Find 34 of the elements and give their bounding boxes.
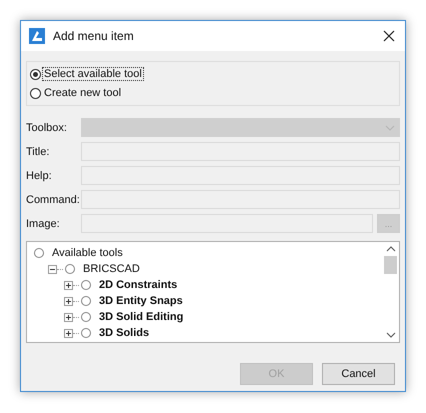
- radio-button[interactable]: [30, 88, 41, 98]
- tree-expander-icon[interactable]: [64, 328, 73, 338]
- tree-expander-icon[interactable]: [64, 296, 73, 306]
- field-label: Toolbox:: [26, 122, 68, 134]
- cancel-button[interactable]: Cancel: [322, 363, 395, 385]
- tree-expander-icon[interactable]: [48, 264, 57, 274]
- close-icon[interactable]: [383, 30, 395, 42]
- field-label: Help:: [26, 170, 53, 182]
- radio-button[interactable]: [81, 280, 91, 290]
- scroll-down-icon[interactable]: [386, 332, 396, 338]
- tree-item[interactable]: 3D Solid Editing: [99, 311, 184, 323]
- chevron-down-icon: [385, 124, 395, 130]
- radio-button[interactable]: [34, 248, 44, 258]
- radio-label[interactable]: Create new tool: [42, 86, 124, 100]
- tree-expander-icon[interactable]: [64, 280, 73, 290]
- tree-item[interactable]: Available tools: [52, 247, 123, 259]
- window-title: Add menu item: [53, 29, 135, 43]
- app-logo-icon: [29, 28, 45, 44]
- tree-item[interactable]: 3D Entity Snaps: [99, 295, 183, 307]
- field-label: Image:: [26, 218, 61, 230]
- radio-button[interactable]: [81, 328, 91, 338]
- tree-item[interactable]: 2D Constraints: [99, 279, 178, 291]
- scroll-thumb[interactable]: [384, 256, 397, 274]
- radio-button[interactable]: [30, 68, 41, 80]
- field-label: Title:: [26, 146, 50, 158]
- tree-expander-icon[interactable]: [64, 312, 73, 322]
- radio-button[interactable]: [81, 296, 91, 306]
- radio-button[interactable]: [65, 264, 75, 274]
- scroll-up-icon[interactable]: [386, 246, 396, 252]
- radio-button[interactable]: [81, 312, 91, 322]
- radio-label[interactable]: Select available tool: [42, 67, 144, 81]
- tree-item[interactable]: BRICSCAD: [83, 263, 140, 275]
- field-label: Command:: [26, 194, 81, 206]
- tree-item[interactable]: 3D Solids: [99, 327, 150, 339]
